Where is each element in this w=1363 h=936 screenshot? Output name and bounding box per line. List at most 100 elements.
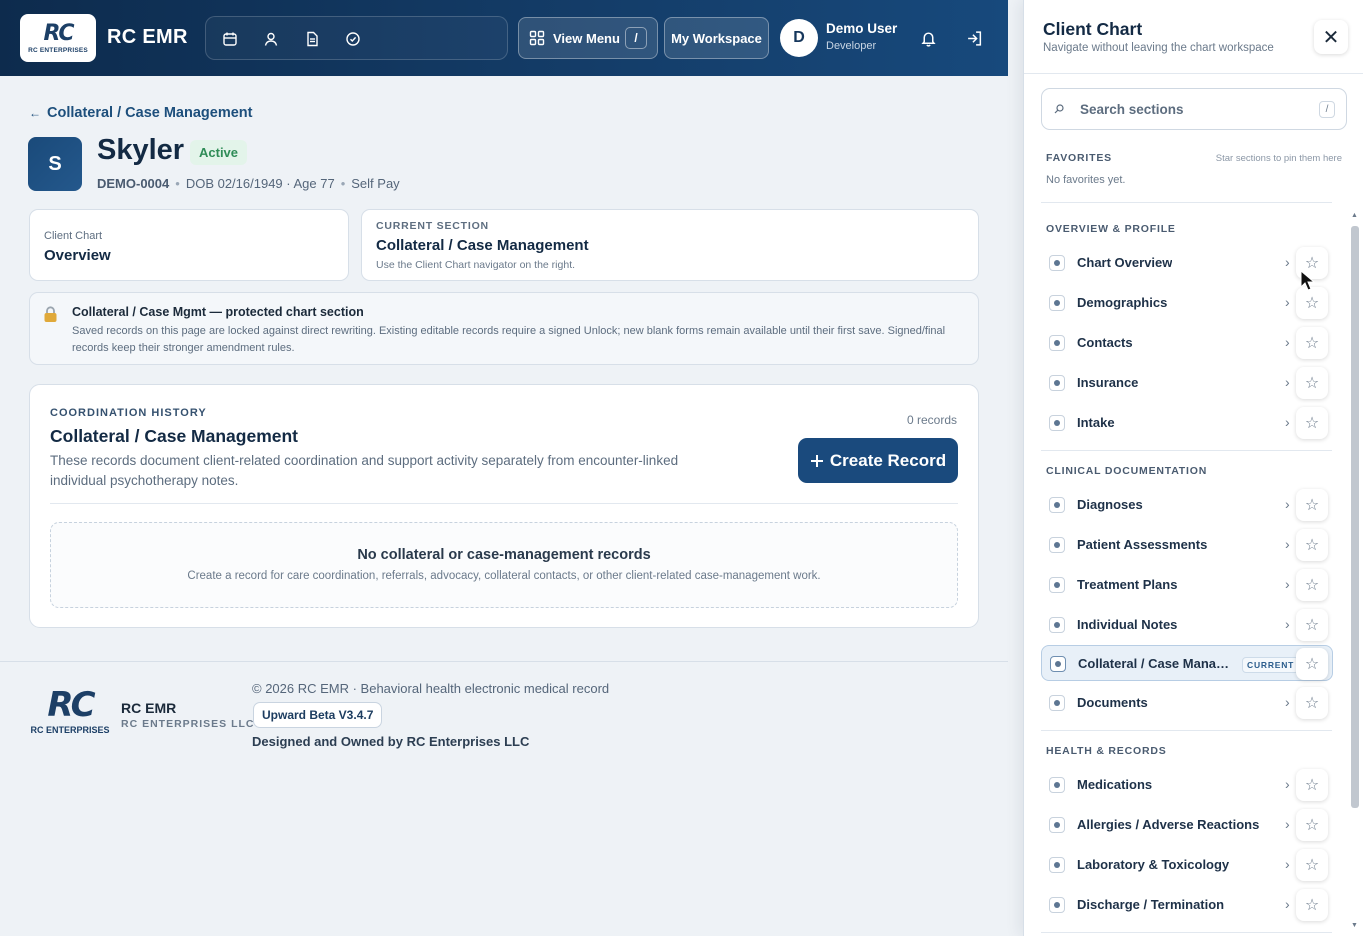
close-icon[interactable]: ✕ [1314, 20, 1348, 54]
section-bullet-icon [1049, 375, 1065, 391]
nav-item-label: Allergies / Adverse Reactions [1077, 817, 1260, 832]
client-chart-card[interactable]: Client Chart Overview [29, 209, 349, 281]
search-shortcut: / [1319, 101, 1335, 118]
favorite-star-icon[interactable]: ☆ [1296, 809, 1328, 841]
nav-item-label: Patient Assessments [1077, 537, 1208, 552]
nav-item-contacts[interactable]: Contacts › [1041, 325, 1333, 361]
notice-title: Collateral / Case Mgmt — protected chart… [72, 305, 364, 319]
user-avatar[interactable]: D [780, 19, 818, 57]
nav-item-insurance[interactable]: Insurance › [1041, 365, 1333, 401]
scroll-up-icon[interactable]: ▲ [1351, 212, 1358, 219]
nav-item-laboratory-toxicology[interactable]: Laboratory & Toxicology › [1041, 847, 1333, 883]
nav-item-patient-assessments[interactable]: Patient Assessments › [1041, 527, 1333, 563]
user-role: Developer [826, 40, 877, 52]
nav-item-demographics[interactable]: Demographics › [1041, 285, 1333, 321]
calendar-icon[interactable] [219, 28, 241, 50]
my-workspace-button[interactable]: My Workspace [664, 17, 769, 59]
nav-item-label: Collateral / Case Management [1078, 656, 1234, 671]
drawer-scrollbar[interactable]: ▲ ▼ [1350, 212, 1360, 934]
nav-item-individual-notes[interactable]: Individual Notes › [1041, 607, 1333, 643]
favorite-star-icon[interactable]: ☆ [1296, 569, 1328, 601]
chevron-right-icon: › [1285, 856, 1290, 872]
empty-state-title: No collateral or case-management records [357, 547, 651, 563]
nav-item-allergies[interactable]: Allergies / Adverse Reactions › [1041, 807, 1333, 843]
section-bullet-icon [1049, 255, 1065, 271]
nav-item-label: Chart Overview [1077, 255, 1173, 270]
drawer-divider [1024, 73, 1363, 74]
footer-company: RC ENTERPRISES LLC [121, 718, 255, 730]
logout-icon[interactable] [963, 27, 985, 49]
current-section-label: CURRENT SECTION [376, 220, 489, 232]
user-icon[interactable] [260, 28, 282, 50]
drawer-subtitle: Navigate without leaving the chart works… [1043, 42, 1274, 54]
footer-copyright: © 2026 RC EMR · Behavioral health electr… [252, 681, 610, 696]
nav-item-documents[interactable]: Documents › [1041, 685, 1333, 721]
nav-item-label: Intake [1077, 415, 1115, 430]
rc-enterprises-logo[interactable]: RC RC ENTERPRISES [20, 14, 96, 62]
section-bullet-icon [1050, 656, 1066, 672]
nav-item-chart-overview[interactable]: Chart Overview › [1041, 245, 1333, 281]
nav-item-label: Demographics [1077, 295, 1168, 310]
search-sections-input[interactable]: Search sections / [1041, 88, 1347, 130]
nav-item-label: Contacts [1077, 335, 1133, 350]
favorites-heading: FAVORITES [1046, 152, 1112, 164]
nav-item-label: Diagnoses [1077, 497, 1143, 512]
favorite-star-icon[interactable]: ☆ [1296, 648, 1328, 680]
scrollbar-thumb[interactable] [1351, 226, 1359, 808]
logo-subtext: RC ENTERPRISES [28, 46, 88, 54]
clock-check-icon[interactable] [342, 28, 364, 50]
nav-item-treatment-plans[interactable]: Treatment Plans › [1041, 567, 1333, 603]
client-chart-label: Client Chart [44, 230, 103, 242]
chevron-right-icon: › [1285, 776, 1290, 792]
document-icon[interactable] [301, 28, 323, 50]
section-bullet-icon [1049, 897, 1065, 913]
footer-divider [0, 661, 1008, 662]
section-bullet-icon [1049, 695, 1065, 711]
section-bullet-icon [1049, 295, 1065, 311]
chevron-right-icon: › [1285, 536, 1290, 552]
app-name: RC EMR [107, 26, 188, 48]
nav-item-medications[interactable]: Medications › [1041, 767, 1333, 803]
chevron-right-icon: › [1285, 334, 1290, 350]
favorite-star-icon[interactable]: ☆ [1296, 769, 1328, 801]
favorites-hint: Star sections to pin them here [1215, 153, 1342, 164]
favorite-star-icon[interactable]: ☆ [1296, 687, 1328, 719]
section-heading-health: HEALTH & RECORDS [1046, 745, 1167, 757]
create-record-button[interactable]: Create Record [798, 438, 958, 483]
top-navigation-bar: RC RC ENTERPRISES RC EMR View Menu / My … [0, 0, 1008, 76]
favorite-star-icon[interactable]: ☆ [1296, 529, 1328, 561]
view-menu-shortcut: / [625, 27, 647, 49]
bell-icon[interactable] [917, 27, 939, 49]
nav-item-diagnoses[interactable]: Diagnoses › [1041, 487, 1333, 523]
back-link[interactable]: ← Collateral / Case Management [29, 105, 253, 121]
favorite-star-icon[interactable]: ☆ [1296, 609, 1328, 641]
favorite-star-icon[interactable]: ☆ [1296, 327, 1328, 359]
scroll-down-icon[interactable]: ▼ [1351, 922, 1358, 929]
favorite-star-icon[interactable]: ☆ [1296, 489, 1328, 521]
nav-item-intake[interactable]: Intake › [1041, 405, 1333, 441]
create-record-label: Create Record [829, 450, 947, 470]
favorites-divider [1041, 202, 1332, 203]
nav-item-collateral-case-management[interactable]: Collateral / Case Management CURRENT [1041, 645, 1333, 681]
chevron-right-icon: › [1285, 254, 1290, 270]
view-menu-button[interactable]: View Menu / [518, 17, 658, 59]
favorite-star-icon[interactable]: ☆ [1296, 367, 1328, 399]
user-name: Demo User [826, 21, 898, 36]
patient-avatar: S [28, 137, 82, 191]
chevron-right-icon: › [1285, 816, 1290, 832]
footer-owner: Designed and Owned by RC Enterprises LLC [252, 734, 530, 749]
favorite-star-icon[interactable]: ☆ [1296, 849, 1328, 881]
logo-mark: RC [43, 20, 74, 46]
current-tag: CURRENT [1242, 657, 1300, 673]
favorite-star-icon[interactable]: ☆ [1296, 889, 1328, 921]
section-bullet-icon [1049, 577, 1065, 593]
favorite-star-icon[interactable]: ☆ [1296, 407, 1328, 439]
plus-icon [810, 454, 824, 468]
panel-caption: COORDINATION HISTORY [50, 407, 207, 419]
section-bullet-icon [1049, 617, 1065, 633]
chevron-right-icon: › [1285, 694, 1290, 710]
chevron-right-icon: › [1285, 616, 1290, 632]
nav-item-discharge-termination[interactable]: Discharge / Termination › [1041, 887, 1333, 923]
group-divider [1041, 450, 1332, 451]
record-count: 0 records [906, 413, 957, 427]
